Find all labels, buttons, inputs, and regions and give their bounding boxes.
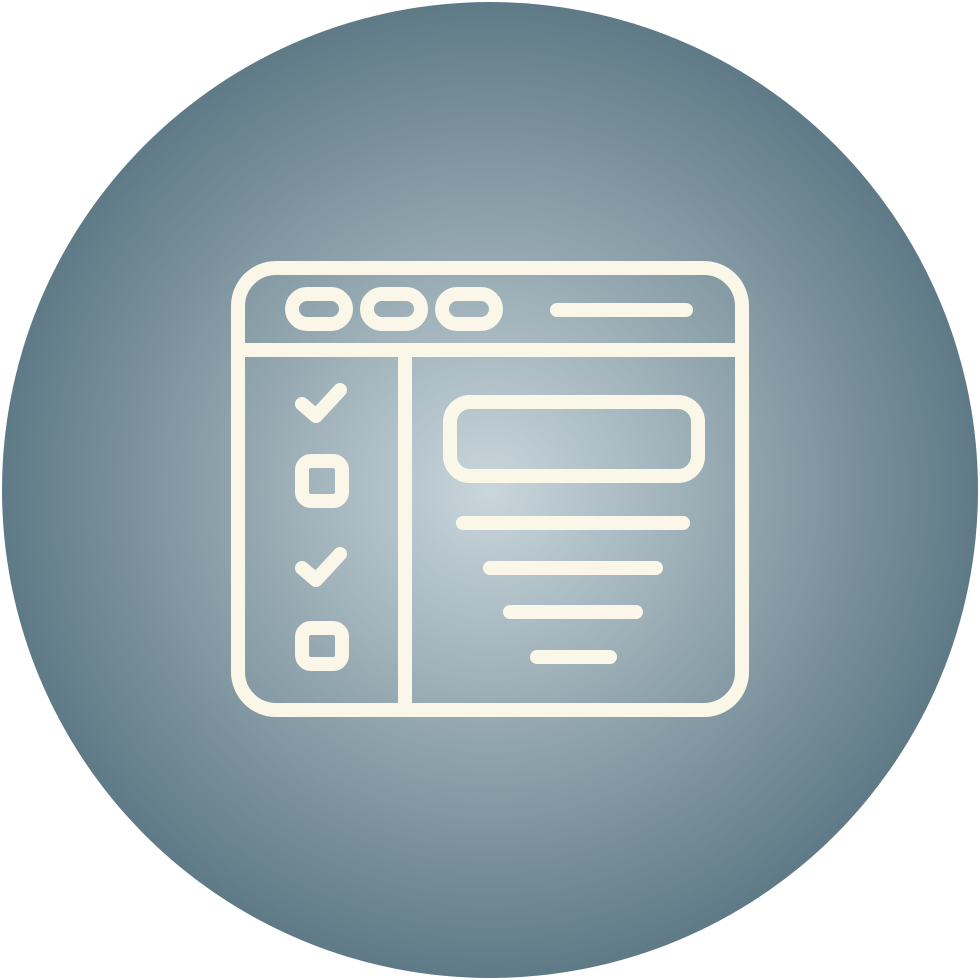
browser-checklist-icon — [2, 2, 978, 978]
icon-canvas — [0, 0, 980, 980]
circle-background — [2, 2, 978, 978]
